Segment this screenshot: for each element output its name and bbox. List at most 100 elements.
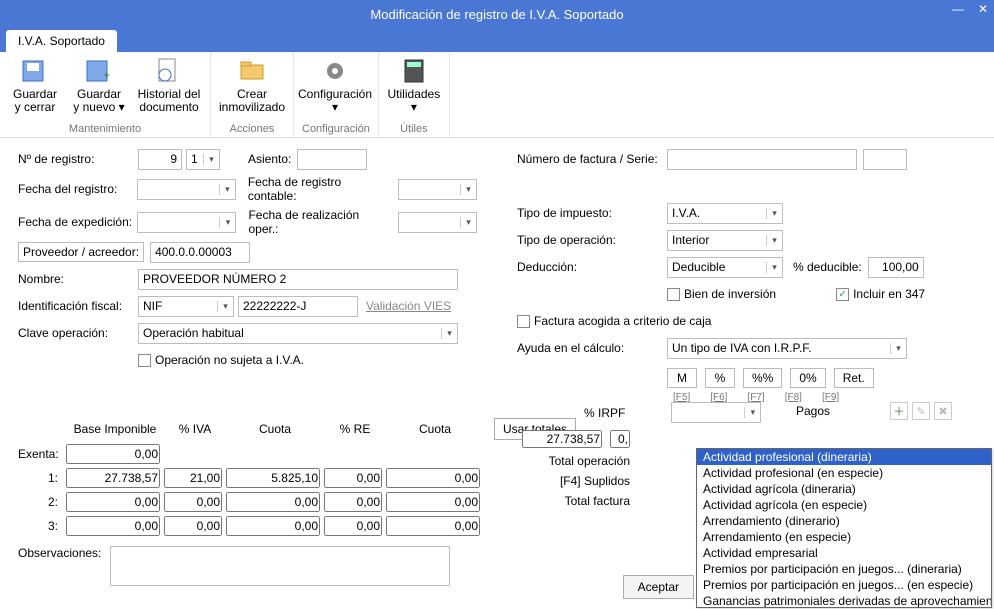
pctdeduc-input[interactable] xyxy=(868,257,924,278)
ayuda-label: Ayuda en el cálculo: xyxy=(517,341,667,355)
svg-text:+: + xyxy=(103,68,110,82)
re-input[interactable] xyxy=(324,468,382,488)
fecha-reg-contable-dd[interactable]: ▾ xyxy=(398,179,477,200)
irpf-label: % IRPF xyxy=(584,406,625,420)
irpf-base-input[interactable] xyxy=(522,430,602,448)
re-input[interactable] xyxy=(324,492,382,512)
base-input[interactable] xyxy=(66,516,160,536)
suplidos-label: [F4] Suplidos xyxy=(510,474,630,488)
cuota-input[interactable] xyxy=(226,492,320,512)
irpf-option[interactable]: Actividad profesional (en especie) xyxy=(697,465,991,481)
calculator-icon xyxy=(399,56,429,86)
nombre-label: Nombre: xyxy=(18,272,138,286)
tipoimp-dd[interactable]: I.V.A.▾ xyxy=(667,203,783,224)
calc-btn-%%[interactable]: %% xyxy=(743,368,782,388)
base-input[interactable] xyxy=(66,468,160,488)
ribbon-utilidades[interactable]: Utilidades ▾ xyxy=(387,56,441,114)
base-input[interactable] xyxy=(66,492,160,512)
tipoop-label: Tipo de operación: xyxy=(517,233,667,247)
claveop-dd[interactable]: Operación habitual▾ xyxy=(138,323,458,344)
fecha-realiz-label: Fecha de realización oper.: xyxy=(248,208,391,236)
tipoimp-label: Tipo de impuesto: xyxy=(517,206,667,220)
irpf-option[interactable]: Ganancias patrimoniales derivadas de apr… xyxy=(697,593,991,608)
ribbon-group-label: Mantenimiento xyxy=(8,121,202,135)
exenta-label: Exenta: xyxy=(18,447,62,461)
bien-inversion-check[interactable]: Bien de inversión xyxy=(667,287,776,301)
irpf-option[interactable]: Actividad profesional (dineraria) xyxy=(697,449,991,465)
irpf-pct-input[interactable] xyxy=(610,430,630,448)
obs-textarea[interactable] xyxy=(110,546,450,586)
cuota-input[interactable] xyxy=(226,468,320,488)
history-icon xyxy=(154,56,184,86)
numfact-label: Número de factura / Serie: xyxy=(517,152,667,166)
ribbon-guardar-cerrar[interactable]: Guardar y cerrar xyxy=(8,56,62,114)
irpf-option[interactable]: Premios por participación en juegos... (… xyxy=(697,561,991,577)
total-op-label: Total operación xyxy=(510,454,630,468)
save-close-icon xyxy=(20,56,50,86)
ayuda-dd[interactable]: Un tipo de IVA con I.R.P.F.▾ xyxy=(667,338,907,359)
col-iva: % IVA xyxy=(164,418,226,440)
fecha-exped-dd[interactable]: ▾ xyxy=(137,212,236,233)
re-input[interactable] xyxy=(324,516,382,536)
irpf-popup-list[interactable]: Actividad profesional (dineraria)Activid… xyxy=(696,448,992,608)
ribbon-crear-inmovilizado[interactable]: Crear inmovilizado xyxy=(219,56,285,114)
close-button[interactable]: ✕ xyxy=(978,2,988,16)
aceptar-button[interactable]: Aceptar xyxy=(623,575,694,599)
irpf-option[interactable]: Arrendamiento (en especie) xyxy=(697,529,991,545)
fecha-realiz-dd[interactable]: ▾ xyxy=(398,212,477,233)
deduc-dd[interactable]: Deducible▾ xyxy=(667,257,783,278)
save-new-icon: + xyxy=(84,56,114,86)
nreg-label: Nº de registro: xyxy=(18,152,138,166)
asiento-input[interactable] xyxy=(297,149,367,170)
pago-del-icon[interactable]: ✖ xyxy=(934,402,952,420)
cuota-input[interactable] xyxy=(226,516,320,536)
total-fact-label: Total factura xyxy=(510,494,630,508)
calc-btn-%[interactable]: % xyxy=(705,368,735,388)
idfiscal-input[interactable] xyxy=(238,296,358,317)
cuota2-input[interactable] xyxy=(386,492,480,512)
irpf-option[interactable]: Actividad agrícola (dineraria) xyxy=(697,481,991,497)
cuota2-input[interactable] xyxy=(386,468,480,488)
pagos-label: Pagos xyxy=(796,404,830,418)
calc-btn-M[interactable]: M xyxy=(667,368,697,388)
ribbon-historial[interactable]: Historial del documento xyxy=(136,56,202,114)
tipoop-dd[interactable]: Interior▾ xyxy=(667,230,783,251)
tabstrip: I.V.A. Soportado xyxy=(0,28,994,52)
nreg-input[interactable] xyxy=(138,149,182,170)
irpf-option[interactable]: Actividad empresarial xyxy=(697,545,991,561)
proveedor-button[interactable]: Proveedor / acreedor: xyxy=(18,242,144,262)
idfiscal-tipo-dd[interactable]: NIF▾ xyxy=(138,296,234,317)
incluir347-check[interactable]: ✓Incluir en 347 xyxy=(836,287,925,301)
serie-input[interactable] xyxy=(863,149,907,170)
minimize-button[interactable]: — xyxy=(952,2,964,16)
irpf-option[interactable]: Arrendamiento (dinerario) xyxy=(697,513,991,529)
irpf-tipo-dd[interactable]: ▾ xyxy=(671,402,761,423)
exenta-input[interactable] xyxy=(66,444,160,464)
col-base: Base Imponible xyxy=(66,418,164,440)
numfact-input[interactable] xyxy=(667,149,857,170)
validacion-vies-link[interactable]: Validación VIES xyxy=(366,299,451,313)
nreg-seq-dd[interactable]: 1▾ xyxy=(186,149,220,170)
ribbon-configuracion[interactable]: Configuración ▾ xyxy=(302,56,368,114)
tab-iva-soportado[interactable]: I.V.A. Soportado xyxy=(6,30,117,52)
irpf-option[interactable]: Actividad agrícola (en especie) xyxy=(697,497,991,513)
nombre-input[interactable] xyxy=(138,269,458,290)
factura-caja-check[interactable]: Factura acogida a criterio de caja xyxy=(517,314,711,328)
proveedor-input[interactable] xyxy=(150,242,250,263)
iva-input[interactable] xyxy=(164,468,222,488)
col-re: % RE xyxy=(324,418,386,440)
calc-btn-Ret.[interactable]: Ret. xyxy=(834,368,874,388)
iva-input[interactable] xyxy=(164,516,222,536)
op-no-sujeta-check[interactable]: Operación no sujeta a I.V.A. xyxy=(138,353,304,367)
irpf-option[interactable]: Premios por participación en juegos... (… xyxy=(697,577,991,593)
calc-btn-0%[interactable]: 0% xyxy=(790,368,825,388)
pago-add-icon[interactable]: ＋ xyxy=(890,402,908,420)
fecha-registro-dd[interactable]: ▾ xyxy=(137,179,236,200)
pago-edit-icon[interactable]: ✎ xyxy=(912,402,930,420)
cuota2-input[interactable] xyxy=(386,516,480,536)
titlebar: Modificación de registro de I.V.A. Sopor… xyxy=(0,0,994,28)
col-cuota: Cuota xyxy=(226,418,324,440)
fecha-reg-contable-label: Fecha de registro contable: xyxy=(248,175,392,203)
iva-input[interactable] xyxy=(164,492,222,512)
ribbon-guardar-nuevo[interactable]: + Guardar y nuevo ▾ xyxy=(72,56,126,114)
